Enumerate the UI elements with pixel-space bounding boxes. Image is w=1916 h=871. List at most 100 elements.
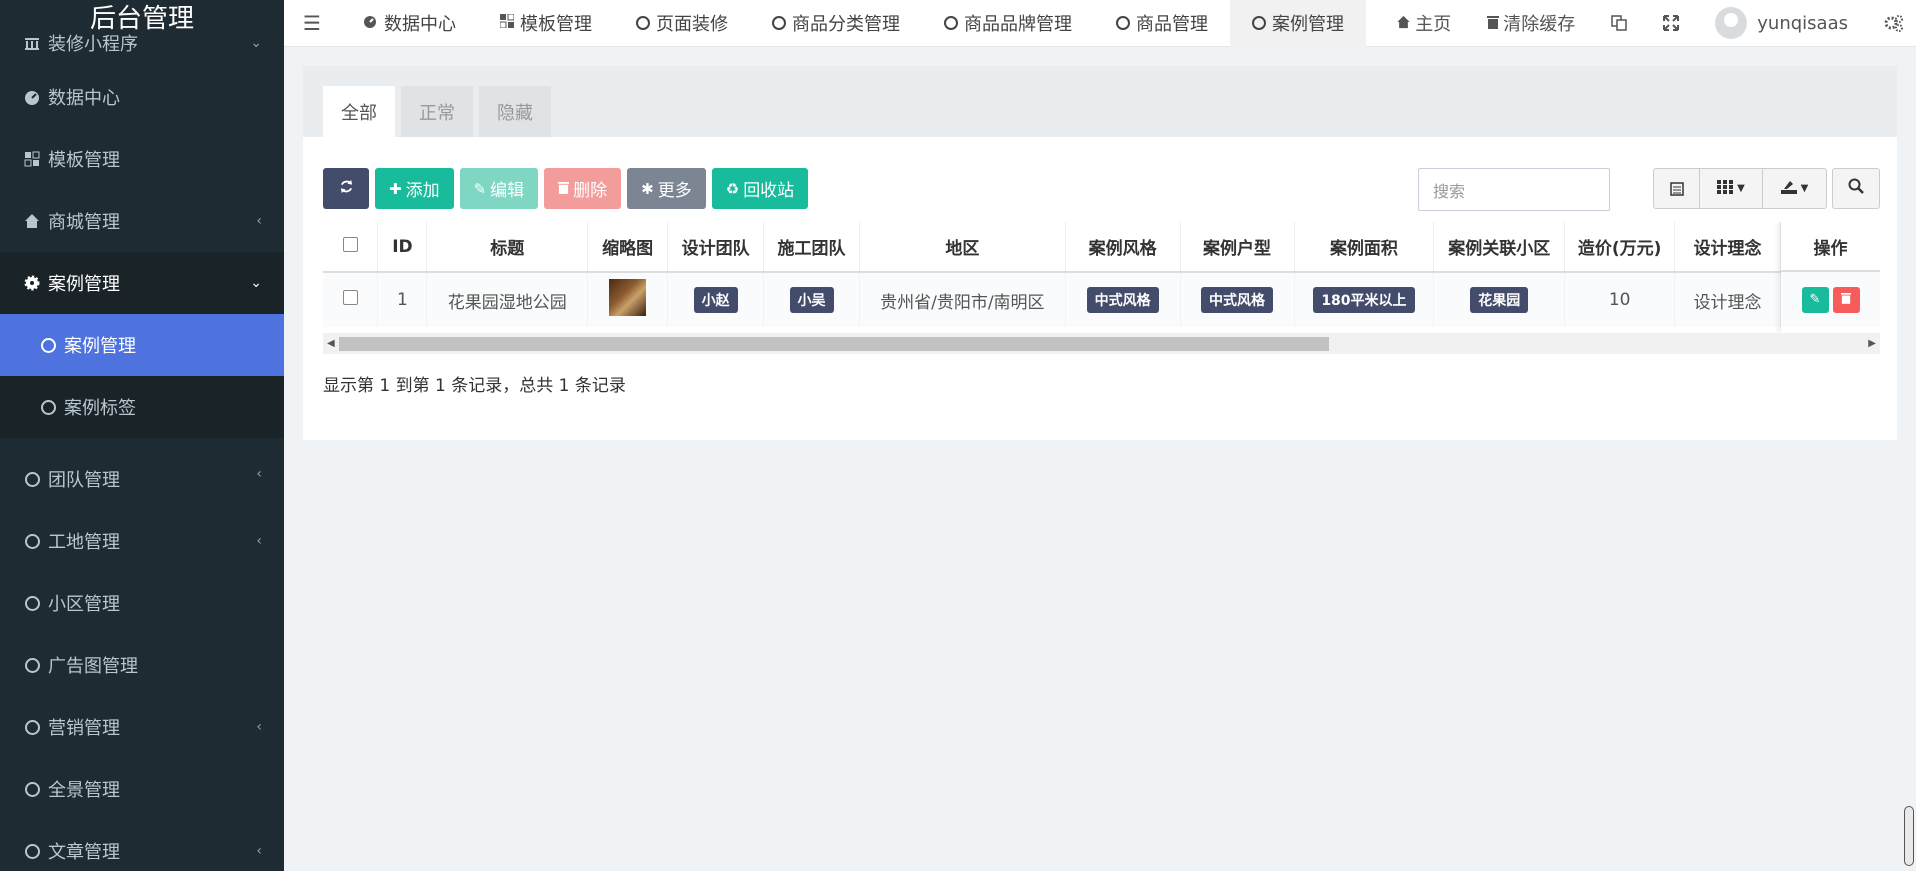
sidebar-item-template[interactable]: 模板管理 xyxy=(0,128,284,190)
row-checkbox[interactable] xyxy=(323,272,379,327)
tab-data-center[interactable]: 数据中心 xyxy=(340,0,478,47)
search-input[interactable]: 搜索 xyxy=(1418,168,1610,211)
export-dropdown[interactable]: ▼ xyxy=(1763,168,1827,209)
translate-icon[interactable] xyxy=(1593,15,1645,31)
export-icon xyxy=(1780,180,1797,198)
grid-icon xyxy=(1717,179,1734,198)
sidebar-item-miniprogram[interactable]: 装修小程序 ⌄ xyxy=(0,19,284,66)
page-scrollbar[interactable] xyxy=(1904,806,1914,866)
tab-goods-category[interactable]: 商品分类管理 xyxy=(750,0,922,47)
caret-down-icon: ▼ xyxy=(1800,183,1809,194)
caret-down-icon: ▼ xyxy=(1737,183,1745,194)
house-type-badge: 中式风格 xyxy=(1201,287,1274,313)
cell-cost: 10 xyxy=(1564,272,1676,327)
column-header[interactable]: 施工团队 xyxy=(763,222,860,273)
community-badge: 花果园 xyxy=(1470,287,1529,313)
building-icon xyxy=(22,33,42,53)
tab-template[interactable]: 模板管理 xyxy=(478,0,614,47)
sidebar-item-mall[interactable]: 商城管理 ‹ xyxy=(0,190,284,252)
settings-icon[interactable] xyxy=(1866,14,1916,32)
column-header[interactable]: 案例关联小区 xyxy=(1433,222,1566,273)
search-button[interactable] xyxy=(1832,168,1880,209)
fullscreen-icon[interactable] xyxy=(1645,15,1697,31)
edit-button[interactable]: ✎ 编辑 xyxy=(459,168,539,209)
home-link[interactable]: 主页 xyxy=(1378,10,1469,36)
recycle-bin-button[interactable]: ♻ 回收站 xyxy=(711,168,809,209)
sidebar-item-marketing[interactable]: 营销管理 ‹ xyxy=(0,696,284,758)
column-header[interactable]: ID xyxy=(377,222,428,273)
column-header[interactable]: 地区 xyxy=(859,222,1066,273)
sidebar-item-case[interactable]: 案例管理 ⌄ xyxy=(0,252,284,314)
sidebar-item-label: 工地管理 xyxy=(48,532,120,553)
sidebar-item-label: 商城管理 xyxy=(48,212,120,233)
column-header[interactable]: 案例户型 xyxy=(1180,222,1295,273)
clear-cache-link[interactable]: 清除缓存 xyxy=(1469,10,1593,36)
trash-icon xyxy=(1487,13,1500,34)
circle-icon xyxy=(22,531,42,551)
cell-thumbnail[interactable] xyxy=(587,272,669,327)
columns-dropdown[interactable]: ▼ xyxy=(1700,168,1763,209)
add-button[interactable]: ✚ 添加 xyxy=(375,168,454,209)
sidebar-item-label: 小区管理 xyxy=(48,594,120,615)
sidebar-item-banner[interactable]: 广告图管理 xyxy=(0,634,284,696)
horizontal-scrollbar[interactable]: ◀ ▶ xyxy=(323,333,1880,354)
tab-goods[interactable]: 商品管理 xyxy=(1094,0,1230,47)
delete-button[interactable]: 删除 xyxy=(544,168,622,209)
scroll-left-icon[interactable]: ◀ xyxy=(327,338,335,349)
recycle-icon: ♻ xyxy=(725,179,740,198)
sidebar-item-label: 全景管理 xyxy=(48,780,120,801)
more-label: 更多 xyxy=(657,181,692,201)
sidebar-subitem-case-manage[interactable]: 案例管理 xyxy=(0,314,284,376)
fixed-operation-column: 操作 ✎ xyxy=(1781,222,1880,333)
circle-icon xyxy=(22,841,42,861)
cell-region: 贵州省/贵阳市/南明区 xyxy=(859,272,1066,327)
tab-normal[interactable]: 正常 xyxy=(401,86,473,137)
sidebar-subitem-case-tags[interactable]: 案例标签 xyxy=(0,376,284,438)
thumbnail-image[interactable] xyxy=(609,279,647,316)
refresh-button[interactable] xyxy=(323,168,369,209)
user-menu[interactable]: yunqisaas xyxy=(1697,7,1866,39)
tab-label: 商品管理 xyxy=(1136,14,1208,35)
sidebar-item-panorama[interactable]: 全景管理 xyxy=(0,758,284,820)
home-icon xyxy=(22,211,42,231)
column-header[interactable]: 案例面积 xyxy=(1294,222,1435,273)
navbar-right: 主页 清除缓存 yunqisaas xyxy=(1378,0,1916,47)
home-label: 主页 xyxy=(1415,14,1452,35)
chevron-down-icon: ⌄ xyxy=(250,34,262,51)
sidebar-item-label: 装修小程序 xyxy=(48,33,138,55)
select-all-checkbox[interactable] xyxy=(323,222,379,273)
chevron-left-icon: ‹ xyxy=(256,213,262,229)
table-row[interactable]: 1 花果园湿地公园 小赵 小吴 贵州省/贵阳市/南明区 中式风格 中式风格 18… xyxy=(323,272,1880,327)
row-edit-button[interactable]: ✎ xyxy=(1801,286,1829,313)
circle-icon xyxy=(636,16,650,30)
circle-icon xyxy=(38,335,58,355)
column-header[interactable]: 缩略图 xyxy=(587,222,669,273)
column-header[interactable]: 案例风格 xyxy=(1065,222,1181,273)
tab-goods-brand[interactable]: 商品品牌管理 xyxy=(922,0,1094,47)
menu-toggle-icon[interactable]: ☰ xyxy=(284,11,340,35)
style-badge: 中式风格 xyxy=(1086,287,1159,313)
tab-hidden[interactable]: 隐藏 xyxy=(479,86,551,137)
more-button[interactable]: ✱ 更多 xyxy=(627,168,706,209)
sidebar-item-article[interactable]: 文章管理 ‹ xyxy=(0,820,284,871)
sidebar-item-data-center[interactable]: 数据中心 xyxy=(0,66,284,128)
row-delete-button[interactable] xyxy=(1832,286,1860,313)
sidebar-item-site[interactable]: 工地管理 ‹ xyxy=(0,510,284,572)
column-header[interactable]: 设计理念 xyxy=(1674,222,1781,273)
sidebar-item-label: 案例管理 xyxy=(48,274,120,295)
sidebar-item-label: 数据中心 xyxy=(48,88,120,109)
sidebar-item-label: 广告图管理 xyxy=(48,656,138,677)
search-placeholder: 搜索 xyxy=(1433,181,1466,201)
column-header[interactable]: 设计团队 xyxy=(667,222,765,273)
list-view-icon[interactable] xyxy=(1653,168,1700,209)
tab-case[interactable]: 案例管理 xyxy=(1230,0,1366,47)
scrollbar-thumb[interactable] xyxy=(339,337,1329,351)
tab-all[interactable]: 全部 xyxy=(323,86,395,137)
column-header[interactable]: 造价(万元) xyxy=(1564,222,1676,273)
cell-title: 花果园湿地公园 xyxy=(426,272,589,327)
tab-page-decor[interactable]: 页面装修 xyxy=(614,0,750,47)
sidebar-item-team[interactable]: 团队管理 ‹ xyxy=(0,438,284,510)
scroll-right-icon[interactable]: ▶ xyxy=(1868,338,1876,349)
column-header[interactable]: 标题 xyxy=(426,222,589,273)
sidebar-item-community[interactable]: 小区管理 xyxy=(0,572,284,634)
